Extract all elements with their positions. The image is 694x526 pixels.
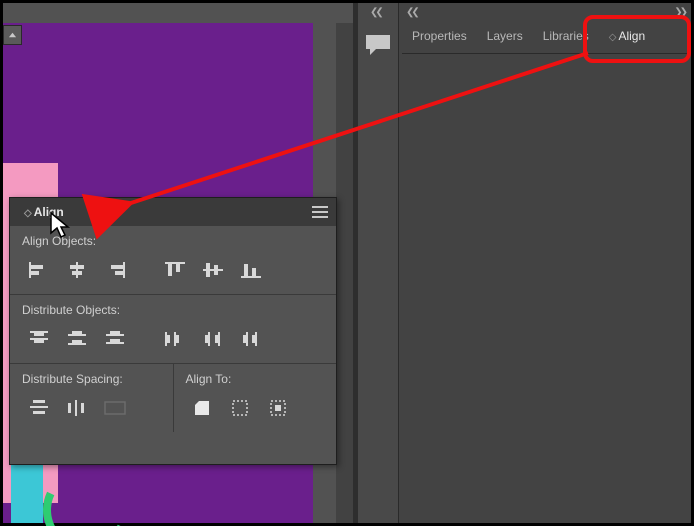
align-panel-tab-label: Align — [34, 205, 64, 219]
tab-properties[interactable]: Properties — [402, 23, 477, 49]
section-label-align-objects: Align Objects: — [10, 226, 336, 252]
scroll-up-button[interactable] — [3, 25, 22, 45]
align-to-key-object-button[interactable] — [260, 392, 298, 424]
tab-align[interactable]: ◇Align — [599, 23, 655, 49]
vertical-align-top-button[interactable] — [156, 254, 194, 286]
comments-panel-icon[interactable] — [364, 33, 392, 57]
collapse-chevron-icon[interactable]: ❮❮ — [370, 7, 381, 18]
vertical-align-bottom-button[interactable] — [232, 254, 270, 286]
distribute-spacing-row — [10, 390, 173, 432]
horizontal-align-center-button[interactable] — [58, 254, 96, 286]
tab-libraries[interactable]: Libraries — [533, 23, 599, 49]
section-label-align-to: Align To: — [174, 364, 337, 390]
horizontal-align-right-button[interactable] — [96, 254, 134, 286]
panel-tabbar: Properties Layers Libraries ◇Align — [402, 21, 687, 51]
section-label-distribute-objects: Distribute Objects: — [10, 295, 336, 321]
align-panel[interactable]: ◇Align Align Objects: Distribute Objects… — [9, 197, 337, 465]
spacing-value-field — [96, 392, 134, 424]
link-icon: ◇ — [24, 208, 32, 219]
horizontal-distribute-right-button[interactable] — [232, 323, 270, 355]
tab-layers[interactable]: Layers — [477, 23, 533, 49]
horizontal-distribute-left-button[interactable] — [156, 323, 194, 355]
horizontal-distribute-space-button[interactable] — [58, 392, 96, 424]
align-to-row — [174, 390, 337, 432]
distribute-objects-row — [10, 321, 336, 363]
align-to-artboard-button[interactable] — [184, 392, 222, 424]
vertical-align-center-button[interactable] — [194, 254, 232, 286]
align-to-selection-button[interactable] — [222, 392, 260, 424]
section-label-distribute-spacing: Distribute Spacing: — [10, 364, 173, 390]
horizontal-align-left-button[interactable] — [20, 254, 58, 286]
panel-body — [402, 53, 687, 523]
dock-panel-group: ❮❮ ❮❮ Properties Layers Libraries ◇Align… — [358, 3, 691, 523]
align-panel-header[interactable]: ◇Align — [10, 198, 336, 226]
expand-chevron-icon[interactable]: ❯❯ — [674, 7, 685, 18]
collapse-chevron-icon[interactable]: ❮❮ — [406, 7, 417, 18]
vertical-scrollbar[interactable] — [336, 23, 353, 523]
panel-menu-icon[interactable] — [312, 206, 328, 218]
align-panel-tab[interactable]: ◇Align — [18, 201, 70, 223]
dock-icon-strip: ❮❮ — [358, 3, 399, 523]
tab-align-label: Align — [618, 29, 645, 43]
horizontal-distribute-center-button[interactable] — [194, 323, 232, 355]
vertical-distribute-bottom-button[interactable] — [96, 323, 134, 355]
app-root: ❮❮ ❮❮ Properties Layers Libraries ◇Align… — [0, 0, 694, 526]
vertical-distribute-center-button[interactable] — [58, 323, 96, 355]
vertical-distribute-space-button[interactable] — [20, 392, 58, 424]
vertical-distribute-top-button[interactable] — [20, 323, 58, 355]
align-objects-row — [10, 252, 336, 294]
link-icon: ◇ — [609, 32, 617, 43]
